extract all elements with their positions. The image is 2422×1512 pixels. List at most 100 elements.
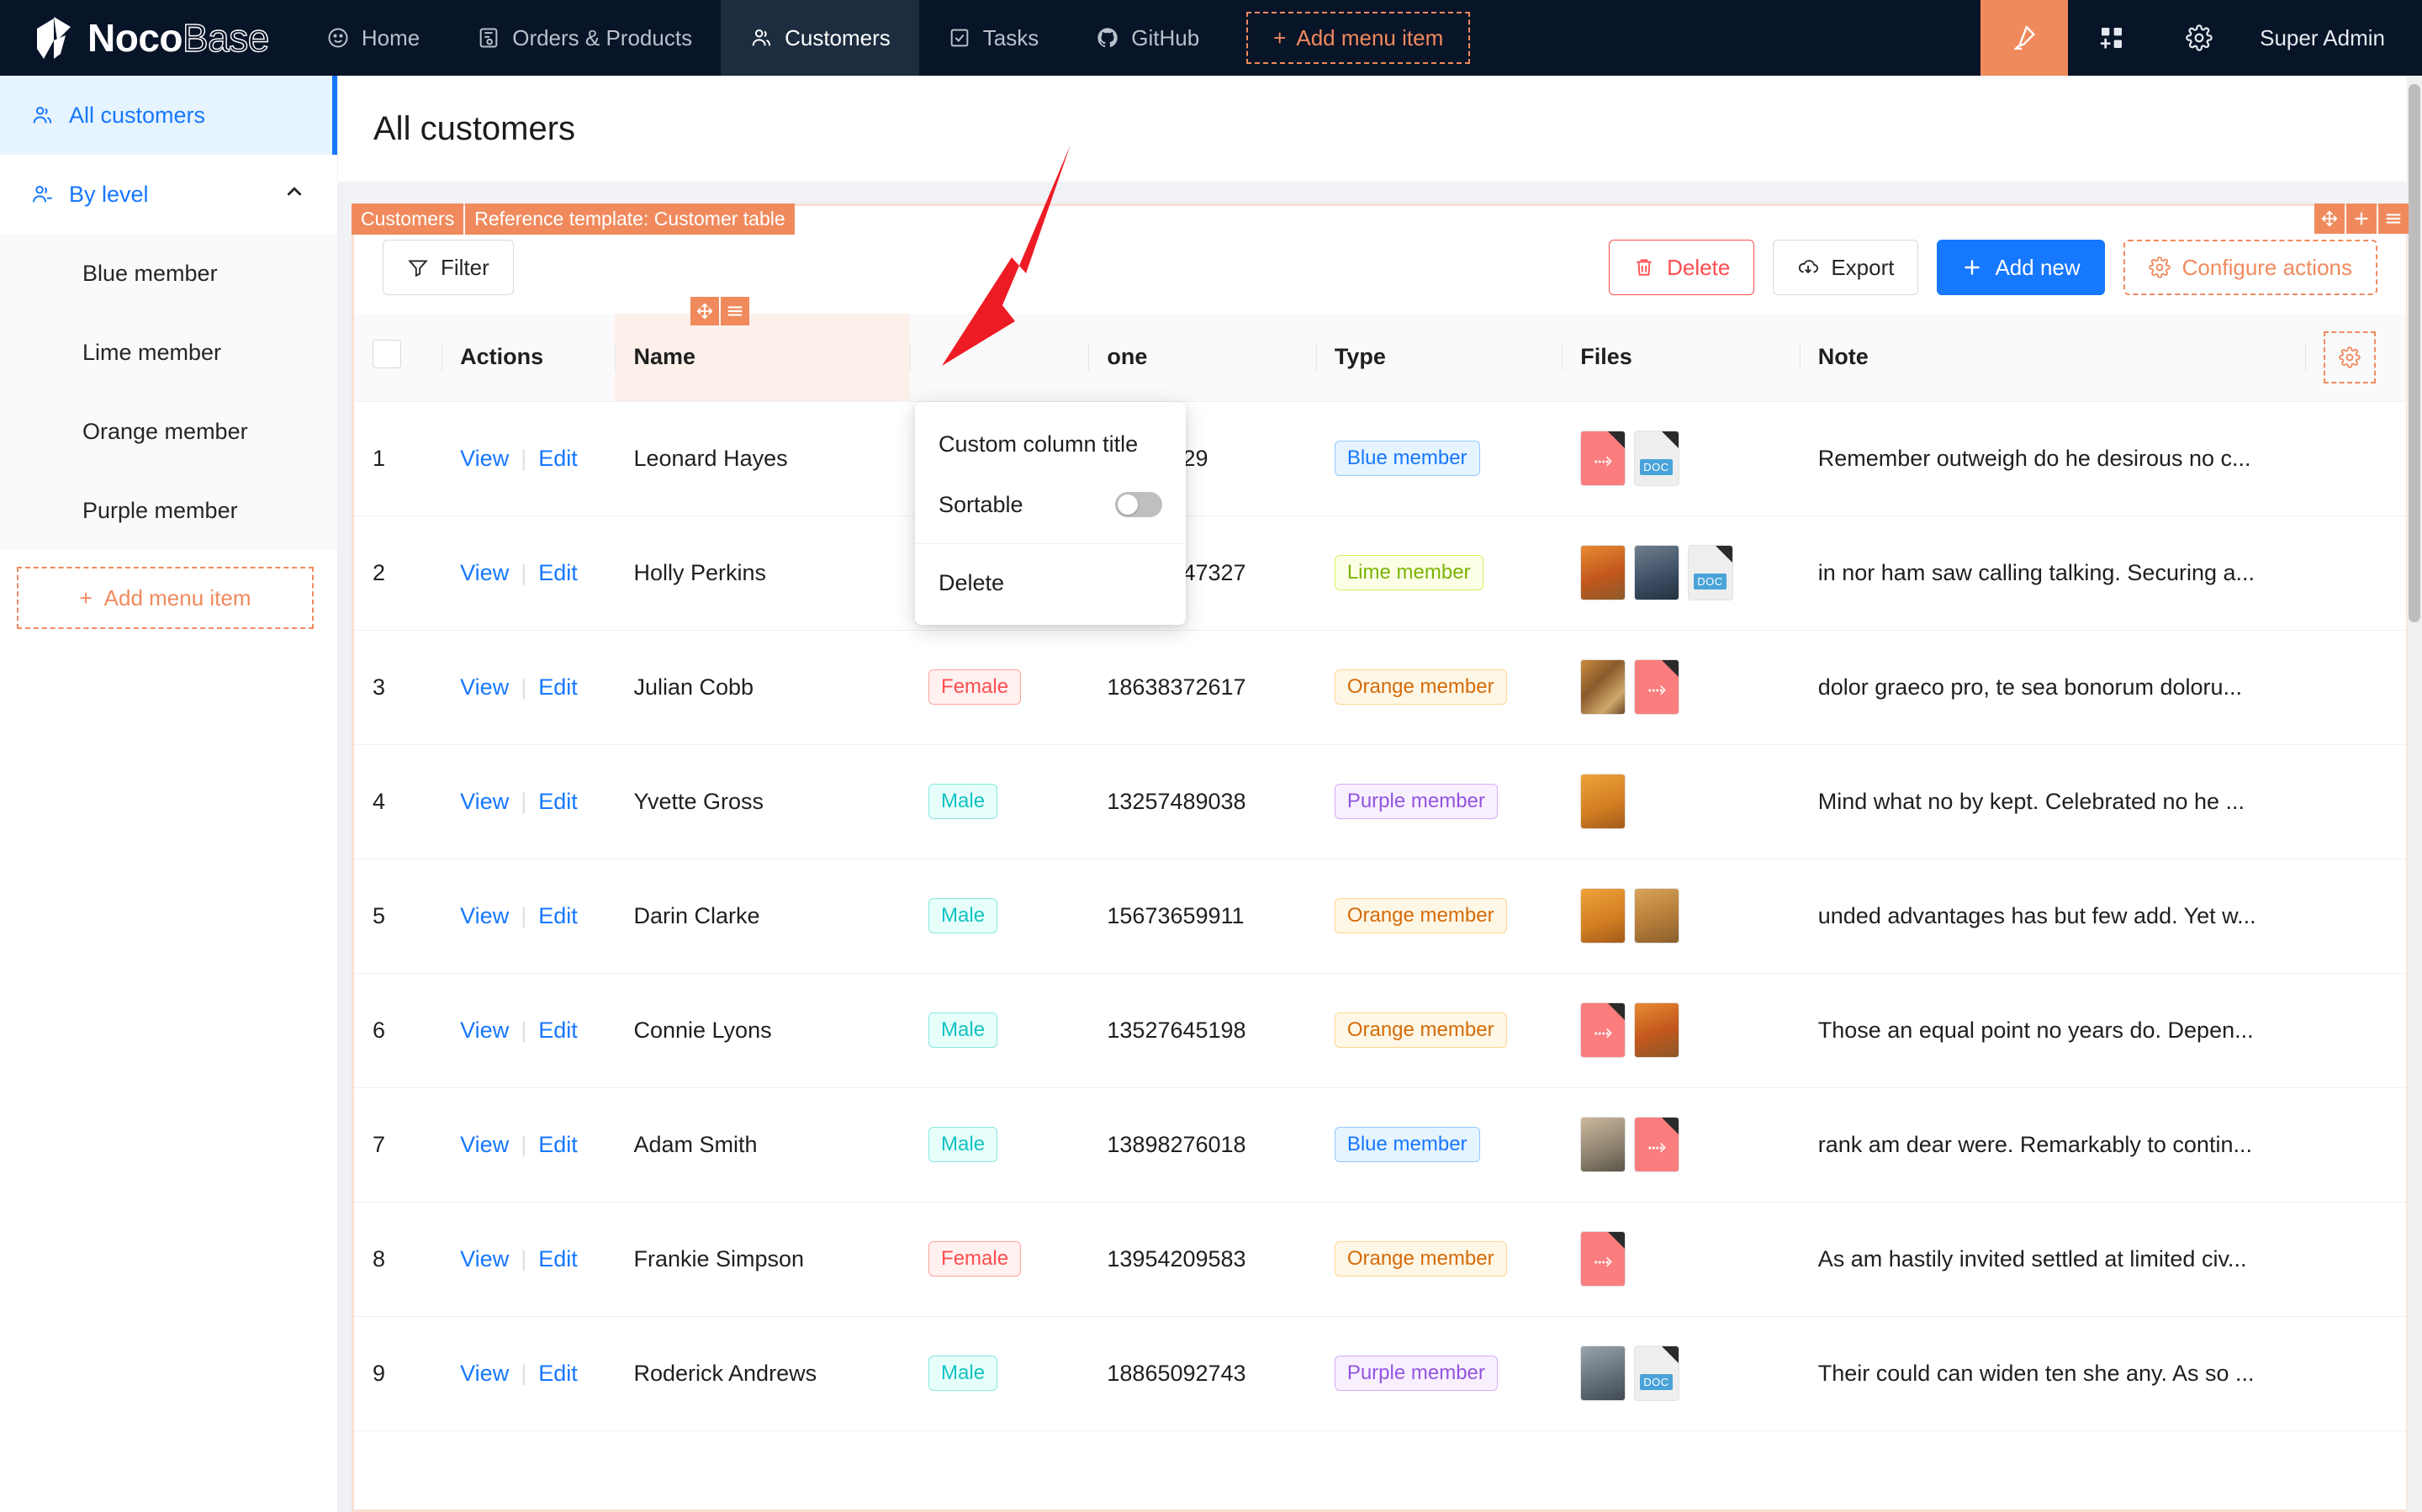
- menu-item-delete[interactable]: Delete: [915, 552, 1186, 613]
- plus-icon: +: [1273, 25, 1287, 50]
- column-settings-dropdown: Custom column title Sortable Delete: [915, 402, 1186, 625]
- nav-item-home[interactable]: Home: [298, 0, 448, 76]
- row-actions-cell: View | Edit: [442, 1202, 616, 1317]
- row-gender-cell: Female: [910, 1202, 1089, 1317]
- sidebar-group-by-level-label: By level: [69, 181, 149, 207]
- view-link[interactable]: View: [460, 674, 509, 700]
- row-note-cell: Those an equal point no years do. Depen.…: [1799, 973, 2305, 1088]
- logo-text-primary: Noco: [87, 16, 183, 60]
- select-all-checkbox[interactable]: [373, 340, 401, 369]
- add-new-button[interactable]: Add new: [1937, 240, 2105, 295]
- edit-link[interactable]: Edit: [538, 1246, 578, 1271]
- sidebar-group-by-level[interactable]: By level: [0, 155, 337, 234]
- sortable-toggle[interactable]: [1115, 492, 1162, 517]
- chevron-up-icon: [282, 179, 307, 210]
- file-thumbnail-image[interactable]: [1580, 774, 1626, 829]
- edit-link[interactable]: Edit: [538, 1361, 578, 1386]
- column-header-name-label: Name: [633, 344, 696, 370]
- row-actions-cell: View | Edit: [442, 859, 616, 974]
- delete-button[interactable]: Delete: [1609, 240, 1755, 295]
- ui-editor-toggle-button[interactable]: [1980, 0, 2069, 76]
- sidebar-item-all-customers[interactable]: All customers: [0, 76, 337, 155]
- drag-move-icon[interactable]: [690, 297, 720, 325]
- column-menu-icon[interactable]: [721, 297, 750, 325]
- edit-link[interactable]: Edit: [538, 560, 578, 585]
- file-thumbnail-doc[interactable]: DOC: [1634, 431, 1680, 486]
- drag-move-icon[interactable]: [2314, 204, 2345, 234]
- row-note-cell: Remember outweigh do he desirous no c...: [1799, 401, 2305, 516]
- export-button[interactable]: Export: [1773, 240, 1919, 295]
- configure-columns-button[interactable]: [2323, 330, 2376, 383]
- file-thumbnail-group: [1580, 888, 1780, 944]
- table-row: 1View|EditLeonard Hayes98034729Blue memb…: [354, 401, 2406, 516]
- row-spacer-cell: [2304, 1087, 2406, 1203]
- column-header-phone: one: [1088, 314, 1316, 402]
- view-link[interactable]: View: [460, 903, 509, 928]
- app-logo[interactable]: NocoBase: [0, 0, 298, 76]
- file-thumbnail-doc[interactable]: DOC: [1688, 545, 1734, 600]
- sidebar-item-all-customers-label: All customers: [69, 102, 206, 128]
- column-header-select-all: [354, 314, 442, 402]
- nav-item-orders-products[interactable]: Orders & Products: [448, 0, 721, 76]
- nav-item-tasks[interactable]: Tasks: [919, 0, 1067, 76]
- row-gender-cell: Female: [910, 630, 1089, 745]
- column-header-name[interactable]: Name: [615, 297, 911, 402]
- edit-link[interactable]: Edit: [538, 903, 578, 928]
- table-row: 7 View | Edit Adam Smith Male 13898276018 Blue …: [354, 1087, 2406, 1203]
- sidebar-item-orange-member[interactable]: Orange member: [0, 392, 337, 471]
- view-link[interactable]: View: [460, 1361, 509, 1386]
- file-thumbnail-image[interactable]: [1634, 1002, 1680, 1058]
- sidebar-item-blue-member[interactable]: Blue member: [0, 234, 337, 313]
- view-link[interactable]: View: [460, 560, 509, 585]
- file-thumbnail-image[interactable]: [1634, 545, 1680, 600]
- menu-item-sortable[interactable]: Sortable: [915, 474, 1186, 535]
- main-content: All customers Customers Reference templa…: [338, 76, 2422, 1512]
- filter-button[interactable]: Filter: [383, 240, 514, 295]
- file-thumbnail-doc[interactable]: DOC: [1634, 1345, 1680, 1401]
- file-thumbnail-pdf[interactable]: ⤑: [1580, 431, 1626, 486]
- edit-link[interactable]: Edit: [538, 1132, 578, 1157]
- view-link[interactable]: View: [460, 446, 509, 471]
- sidebar-item-purple-member[interactable]: Purple member: [0, 471, 337, 550]
- edit-link[interactable]: Edit: [538, 674, 578, 700]
- file-thumbnail-pdf[interactable]: ⤑: [1634, 659, 1680, 715]
- page-title: All customers: [373, 109, 576, 147]
- file-thumbnail-pdf[interactable]: ⤑: [1580, 1231, 1626, 1287]
- view-link[interactable]: View: [460, 1246, 509, 1271]
- row-files-cell: [1562, 859, 1800, 974]
- file-thumbnail-image[interactable]: [1580, 888, 1626, 944]
- add-menu-item-button-topnav[interactable]: + Add menu item: [1246, 12, 1471, 64]
- file-thumbnail-image[interactable]: [1580, 1345, 1626, 1401]
- menu-item-custom-column-title[interactable]: Custom column title: [915, 414, 1186, 474]
- top-nav-items: Home Orders & Products Customers Tasks G: [298, 0, 1471, 76]
- plus-icon[interactable]: [2346, 204, 2377, 234]
- row-index: 1: [373, 445, 386, 471]
- file-thumbnail-image[interactable]: [1634, 888, 1680, 944]
- row-name-cell: Adam Smith: [615, 1087, 911, 1203]
- file-thumbnail-pdf[interactable]: ⤑: [1580, 1002, 1626, 1058]
- edit-link[interactable]: Edit: [538, 446, 578, 471]
- file-thumbnail-image[interactable]: [1580, 545, 1626, 600]
- configure-actions-button[interactable]: Configure actions: [2123, 240, 2377, 295]
- edit-link[interactable]: Edit: [538, 789, 578, 814]
- view-link[interactable]: View: [460, 1132, 509, 1157]
- nav-item-customers[interactable]: Customers: [721, 0, 919, 76]
- page-scrollbar-thumb[interactable]: [2409, 84, 2420, 622]
- row-gender-cell: Male: [910, 1087, 1089, 1203]
- sidebar-item-lime-member[interactable]: Lime member: [0, 313, 337, 392]
- user-menu[interactable]: Super Admin: [2243, 0, 2422, 76]
- view-link[interactable]: View: [460, 789, 509, 814]
- file-thumbnail-image[interactable]: [1580, 659, 1626, 715]
- row-checkbox-cell: 5: [354, 859, 442, 974]
- file-thumbnail-pdf[interactable]: ⤑: [1634, 1117, 1680, 1172]
- edit-link[interactable]: Edit: [538, 1018, 578, 1043]
- hamburger-menu-icon[interactable]: [2378, 204, 2409, 234]
- row-type-cell: Lime member: [1315, 515, 1563, 631]
- view-link[interactable]: View: [460, 1018, 509, 1043]
- plugin-manager-button[interactable]: [2068, 0, 2155, 76]
- logo-text-secondary: Base: [182, 16, 270, 60]
- settings-button[interactable]: [2155, 0, 2243, 76]
- add-menu-item-button-sidebar[interactable]: + Add menu item: [17, 567, 314, 629]
- file-thumbnail-image[interactable]: [1580, 1117, 1626, 1172]
- nav-item-github[interactable]: GitHub: [1067, 0, 1228, 76]
